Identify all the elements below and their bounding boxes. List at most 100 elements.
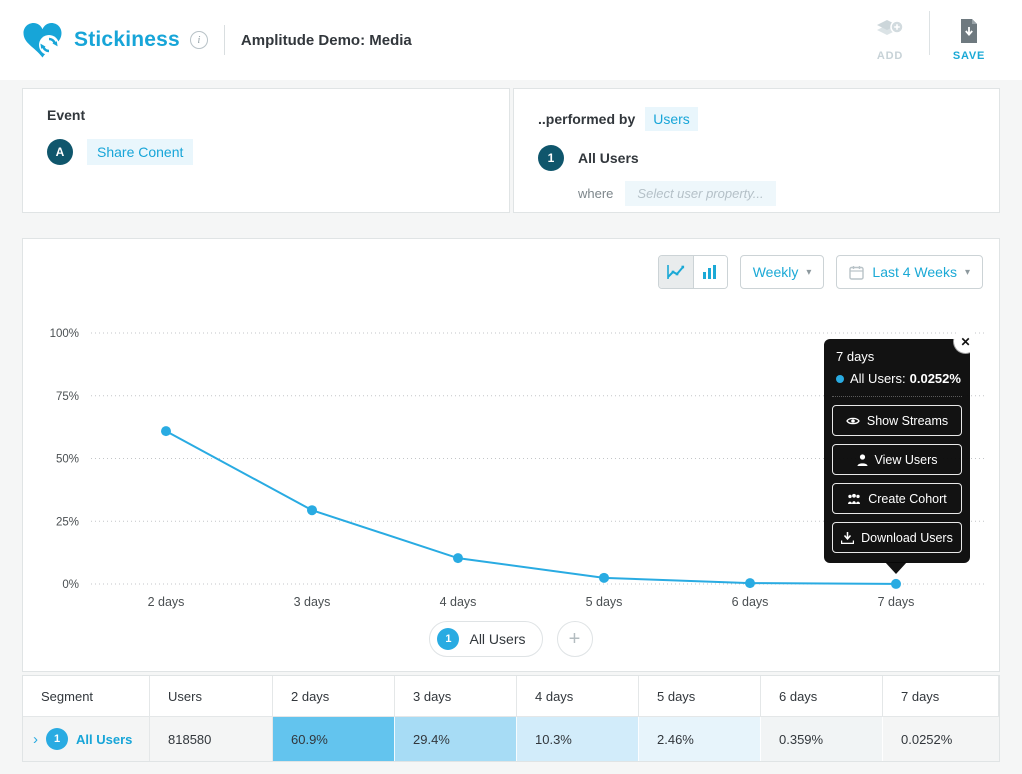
table-cell-2days: 60.9%: [273, 717, 395, 761]
heart-refresh-icon: [22, 20, 64, 60]
x-tick-label: 2 days: [148, 595, 185, 609]
table-row-segment-cell[interactable]: › 1 All Users: [23, 717, 150, 761]
x-tick-label: 4 days: [440, 595, 477, 609]
view-users-button[interactable]: View Users: [832, 444, 962, 475]
line-chart-icon: [667, 264, 685, 280]
chart-controls: Weekly ▾ Last 4 Weeks ▾: [658, 255, 983, 289]
eye-icon: [846, 416, 860, 426]
col-header-4days: 4 days: [517, 676, 639, 717]
y-tick-label: 100%: [50, 328, 79, 340]
chevron-right-icon: ›: [33, 731, 38, 748]
row-segment-name: All Users: [76, 732, 132, 747]
tooltip-arrow: [885, 562, 907, 574]
show-streams-button[interactable]: Show Streams: [832, 405, 962, 436]
tooltip-title: 7 days: [832, 349, 962, 364]
close-icon[interactable]: ✕: [954, 330, 977, 353]
col-header-7days: 7 days: [883, 676, 999, 717]
chart-legend: 1 All Users +: [23, 621, 999, 657]
data-point[interactable]: [453, 553, 463, 563]
view-users-label: View Users: [875, 453, 938, 467]
row-badge: 1: [46, 728, 68, 750]
line-chart-toggle-button[interactable]: [659, 256, 693, 288]
col-header-6days: 6 days: [761, 676, 883, 717]
table-cell-4days: 10.3%: [517, 717, 639, 761]
header-separator: [929, 11, 930, 55]
create-cohort-label: Create Cohort: [868, 492, 947, 506]
group-icon: [847, 493, 861, 505]
create-cohort-button[interactable]: Create Cohort: [832, 483, 962, 514]
calendar-icon: [849, 265, 864, 280]
event-panel-label: Event: [47, 107, 485, 123]
data-point[interactable]: [599, 573, 609, 583]
y-tick-label: 0%: [62, 579, 79, 591]
tooltip-divider: [832, 396, 962, 397]
col-header-2days: 2 days: [273, 676, 395, 717]
document-download-icon: [959, 19, 979, 43]
info-icon[interactable]: i: [190, 31, 208, 49]
chevron-down-icon: ▾: [965, 267, 970, 278]
bar-chart-icon: [702, 264, 718, 280]
download-icon: [841, 532, 854, 544]
data-point[interactable]: [307, 505, 317, 515]
series-line: [166, 431, 896, 584]
table-cell-6days: 0.359%: [761, 717, 883, 761]
add-segment-button[interactable]: +: [557, 621, 593, 657]
chevron-down-icon: ▾: [806, 267, 811, 278]
interval-value: Weekly: [753, 264, 799, 280]
save-button[interactable]: SAVE: [938, 19, 1000, 62]
x-tick-label: 7 days: [878, 595, 915, 609]
table-cell-5days: 2.46%: [639, 717, 761, 761]
y-tick-label: 75%: [56, 391, 79, 403]
save-label: SAVE: [953, 50, 985, 62]
user-property-input[interactable]: Select user property...: [625, 181, 775, 206]
header-divider: [224, 25, 225, 55]
show-streams-label: Show Streams: [867, 414, 948, 428]
event-name-chip[interactable]: Share Conent: [87, 139, 193, 165]
tooltip-series-label: All Users:: [850, 371, 906, 386]
col-header-5days: 5 days: [639, 676, 761, 717]
data-point[interactable]: [891, 579, 901, 589]
app-header: Stickiness i Amplitude Demo: Media ADD: [0, 0, 1022, 80]
date-range-value: Last 4 Weeks: [872, 264, 957, 280]
x-tick-label: 5 days: [586, 595, 623, 609]
y-tick-label: 50%: [56, 454, 79, 466]
date-range-dropdown[interactable]: Last 4 Weeks ▾: [836, 255, 983, 289]
download-users-button[interactable]: Download Users: [832, 522, 962, 553]
download-users-label: Download Users: [861, 531, 953, 545]
segment-name[interactable]: All Users: [578, 150, 639, 166]
layers-plus-icon: [875, 19, 905, 43]
legend-all-users-pill[interactable]: 1 All Users: [429, 621, 542, 657]
add-label: ADD: [877, 50, 903, 62]
page-title: Stickiness: [74, 28, 180, 52]
results-table: Segment Users 2 days 3 days 4 days 5 day…: [22, 675, 1000, 762]
y-tick-label: 25%: [56, 516, 79, 528]
table-cell-users: 818580: [150, 717, 273, 761]
stickiness-page: Stickiness i Amplitude Demo: Media ADD: [0, 0, 1022, 774]
performed-by-panel: ..performed by Users 1 All Users where S…: [513, 88, 1000, 213]
col-header-users: Users: [150, 676, 273, 717]
series-dot-icon: [836, 375, 844, 383]
where-label: where: [578, 186, 613, 201]
event-badge: A: [47, 139, 73, 165]
project-title: Amplitude Demo: Media: [241, 32, 412, 49]
x-tick-label: 6 days: [732, 595, 769, 609]
data-point[interactable]: [161, 426, 171, 436]
x-tick-label: 3 days: [294, 595, 331, 609]
performed-by-label: ..performed by: [538, 111, 635, 127]
event-panel: Event A Share Conent: [22, 88, 510, 213]
table-cell-3days: 29.4%: [395, 717, 517, 761]
bar-chart-toggle-button[interactable]: [693, 256, 727, 288]
segment-badge: 1: [538, 145, 564, 171]
chart-type-toggle: [658, 255, 728, 289]
legend-badge: 1: [437, 628, 459, 650]
data-point[interactable]: [745, 578, 755, 588]
datapoint-tooltip: ✕ 7 days All Users: 0.0252% Show Streams…: [824, 339, 970, 563]
tooltip-value: 0.0252%: [910, 371, 961, 386]
col-header-3days: 3 days: [395, 676, 517, 717]
user-icon: [857, 454, 868, 466]
user-type-chip[interactable]: Users: [645, 107, 698, 131]
col-header-segment: Segment: [23, 676, 150, 717]
table-cell-7days: 0.0252%: [883, 717, 999, 761]
interval-dropdown[interactable]: Weekly ▾: [740, 255, 825, 289]
add-button[interactable]: ADD: [859, 19, 921, 62]
